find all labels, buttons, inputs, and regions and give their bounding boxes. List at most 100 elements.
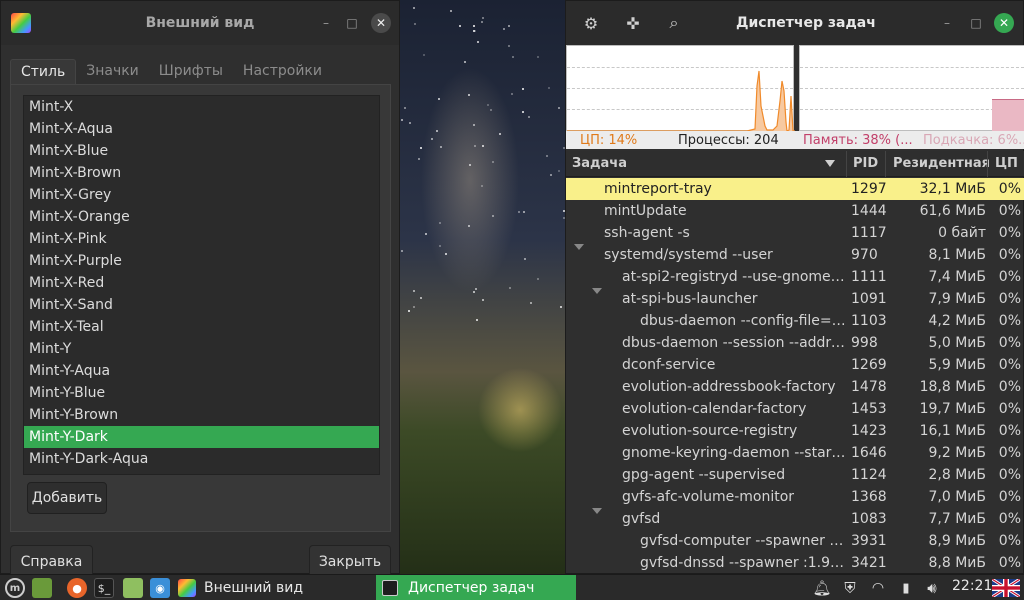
theme-item[interactable]: Mint-X-Blue	[24, 140, 379, 162]
star	[518, 210, 521, 213]
star	[502, 28, 505, 31]
process-resident: 61,6 МиБ	[919, 203, 986, 219]
process-row[interactable]: dbus-daemon --session --address... 998 5,0…	[566, 332, 1024, 354]
keyboard-layout-button[interactable]	[992, 579, 1020, 597]
show-desktop-button[interactable]	[32, 578, 52, 598]
close-window-button[interactable]: ✕	[371, 13, 391, 33]
theme-item[interactable]: Mint-X-Teal	[24, 316, 379, 338]
settings-button[interactable]: ⚙	[581, 13, 601, 33]
process-pid: 998	[851, 335, 878, 351]
taskmgr-maximize-button[interactable]: □	[966, 13, 986, 33]
taskbar-item-taskmgr[interactable]: Диспетчер задач	[376, 575, 576, 600]
process-row[interactable]: evolution-source-registry 1423 16,1 МиБ 0%	[566, 420, 1024, 442]
star	[527, 116, 530, 119]
theme-item[interactable]: Mint-X-Brown	[24, 162, 379, 184]
taskbar-item-appearance[interactable]: Внешний вид	[178, 575, 374, 600]
theme-item[interactable]: Mint-Y-Brown	[24, 404, 379, 426]
process-row[interactable]: systemd/systemd --user 970 8,1 МиБ 0%	[566, 244, 1024, 266]
star	[431, 138, 434, 141]
files-launcher[interactable]	[123, 578, 143, 598]
process-row[interactable]: gvfsd-computer --spawner :1.9... 3931 8,9 …	[566, 530, 1024, 552]
theme-item[interactable]: Mint-Y-Dark	[24, 426, 379, 448]
firefox-launcher[interactable]: ●	[67, 578, 87, 598]
column-resident[interactable]: Резидентная	[893, 156, 990, 171]
expander-icon[interactable]	[592, 508, 602, 514]
appearance-titlebar[interactable]: Внешний вид – □ ✕	[1, 1, 399, 45]
process-name: gnome-keyring-daemon --start --f...	[622, 445, 846, 461]
uk-flag-icon	[992, 579, 1020, 597]
tab-2[interactable]: Шрифты	[149, 59, 233, 85]
theme-item[interactable]: Mint-Y-Blue	[24, 382, 379, 404]
process-name: gvfsd	[622, 511, 661, 527]
column-cpu[interactable]: ЦП	[995, 156, 1018, 171]
tab-1[interactable]: Значки	[76, 59, 149, 85]
process-resident: 5,9 МиБ	[928, 357, 987, 373]
theme-list[interactable]: Mint-X Mint-X-Aqua Mint-X-Blue Mint-X-Brown…	[23, 95, 380, 475]
process-row[interactable]: mintreport-tray 1297 32,1 МиБ 0%	[566, 178, 1024, 200]
theme-item[interactable]: Mint-X-Aqua	[24, 118, 379, 140]
process-row[interactable]: dconf-service 1269 5,9 МиБ 0%	[566, 354, 1024, 376]
column-task[interactable]: Задача	[572, 156, 627, 171]
battery-button[interactable]: ▮	[896, 578, 916, 598]
process-pid: 1103	[851, 313, 887, 329]
theme-item[interactable]: Mint-X	[24, 96, 379, 118]
process-picker-button[interactable]: ✜	[623, 13, 643, 33]
theme-item[interactable]: Mint-Y-Dark-Aqua	[24, 448, 379, 470]
terminal-launcher[interactable]: $_	[94, 578, 114, 598]
process-cpu: 0%	[998, 357, 1021, 373]
theme-item[interactable]: Mint-X-Pink	[24, 228, 379, 250]
process-row[interactable]: evolution-addressbook-factory 1478 18,8 Ми…	[566, 376, 1024, 398]
process-pid: 1117	[851, 225, 887, 241]
clock[interactable]: 22:21	[952, 578, 992, 594]
network-button[interactable]: ◠	[868, 578, 888, 598]
process-row[interactable]: gvfs-afc-volume-monitor 1368 7,0 МиБ 0%	[566, 486, 1024, 508]
theme-item[interactable]: Mint-Y	[24, 338, 379, 360]
screenshot-launcher[interactable]: ◉	[150, 578, 170, 598]
taskmgr-close-button[interactable]: ✕	[994, 13, 1014, 33]
process-list[interactable]: mintreport-tray 1297 32,1 МиБ 0% mintUpdate 1…	[566, 178, 1024, 573]
process-cpu: 0%	[998, 423, 1021, 439]
star	[547, 87, 550, 90]
processes-stat: Процессы: 204	[678, 132, 779, 148]
theme-item[interactable]: Mint-X-Red	[24, 272, 379, 294]
taskmgr-titlebar[interactable]: ⚙ ✜ ⌕ Диспетчер задач – □ ✕	[566, 1, 1023, 45]
process-row[interactable]: at-spi-bus-launcher 1091 7,9 МиБ 0%	[566, 288, 1024, 310]
process-resident: 32,1 МиБ	[919, 181, 986, 197]
process-pid: 1091	[851, 291, 887, 307]
theme-item[interactable]: Mint-X-Grey	[24, 184, 379, 206]
star	[508, 286, 511, 289]
column-pid[interactable]: PID	[853, 156, 878, 171]
search-button[interactable]: ⌕	[664, 13, 684, 33]
tab-3[interactable]: Настройки	[233, 59, 332, 85]
process-row[interactable]: dbus-daemon --config-file=/us... 1103 4,2 …	[566, 310, 1024, 332]
maximize-button[interactable]: □	[342, 13, 362, 33]
theme-item[interactable]: Mint-X-Orange	[24, 206, 379, 228]
column-header: Задача PID Резидентная ЦП	[566, 151, 1024, 177]
update-manager-button[interactable]: ⛨	[840, 578, 860, 598]
process-resident: 8,1 МиБ	[928, 247, 987, 263]
tab-0[interactable]: Стиль	[10, 59, 77, 85]
add-theme-button[interactable]: Добавить	[27, 482, 107, 514]
taskmgr-minimize-button[interactable]: –	[937, 13, 957, 33]
process-pid: 1297	[851, 181, 887, 197]
theme-item[interactable]: Mint-X-Sand	[24, 294, 379, 316]
theme-item[interactable]: Mint-Y-Aqua	[24, 360, 379, 382]
process-row[interactable]: mintUpdate 1444 61,6 МиБ 0%	[566, 200, 1024, 222]
speaker-icon: 🔊︎	[927, 579, 937, 597]
process-row[interactable]: gvfsd-dnssd --spawner :1.9 /or... 3421 8,8…	[566, 552, 1024, 573]
expander-icon[interactable]	[592, 288, 602, 294]
process-row[interactable]: at-spi2-registryd --use-gnome-se... 1111 7…	[566, 266, 1024, 288]
menu-button[interactable]: m	[5, 578, 25, 598]
theme-item[interactable]: Mint-X-Purple	[24, 250, 379, 272]
notifications-button[interactable]: 🔔︎	[812, 578, 832, 598]
process-row[interactable]: gpg-agent --supervised 1124 2,8 МиБ 0%	[566, 464, 1024, 486]
process-row[interactable]: gnome-keyring-daemon --start --f... 1646 9…	[566, 442, 1024, 464]
battery-icon: ▮	[902, 580, 910, 596]
star	[487, 103, 490, 106]
process-row[interactable]: gvfsd 1083 7,7 МиБ 0%	[566, 508, 1024, 530]
process-row[interactable]: evolution-calendar-factory 1453 19,7 МиБ 0%	[566, 398, 1024, 420]
minimize-button[interactable]: –	[316, 13, 336, 33]
expander-icon[interactable]	[574, 244, 584, 250]
process-row[interactable]: ssh-agent -s 1117 0 байт 0%	[566, 222, 1024, 244]
sound-button[interactable]: 🔊︎	[922, 578, 942, 598]
